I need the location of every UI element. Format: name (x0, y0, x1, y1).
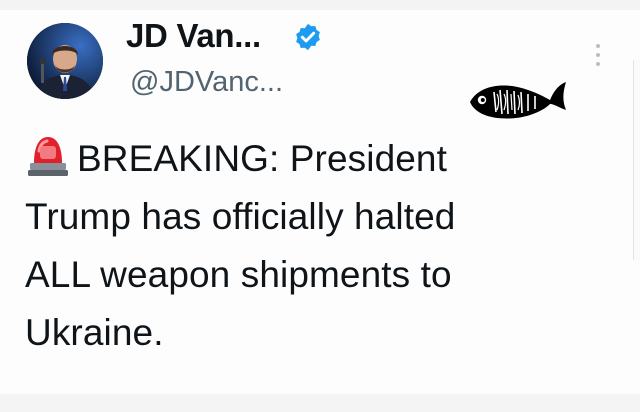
fish-sticker-icon (470, 82, 566, 119)
more-options-icon[interactable] (594, 44, 602, 74)
display-name[interactable]: JD Van... (126, 16, 261, 56)
tweet-screenshot: JD Van... @JDVanc... BREAKING: President… (0, 0, 640, 412)
tweet-line-3: ALL weapon shipments to (25, 254, 452, 295)
bottom-border (0, 394, 640, 412)
avatar[interactable] (27, 23, 103, 99)
right-edge (633, 60, 640, 260)
avatar-photo (27, 23, 103, 99)
tweet-line-4: Ukraine. (25, 312, 164, 353)
top-border (0, 0, 640, 10)
siren-icon (28, 137, 68, 176)
tweet-text: BREAKING: President Trump has officially… (25, 130, 615, 362)
tweet-line-1: BREAKING: President (25, 130, 615, 188)
tweet-line-1-text: BREAKING: President (77, 138, 447, 179)
tweet-line-2: Trump has officially halted (25, 196, 456, 237)
verified-badge-icon (296, 23, 320, 51)
handle[interactable]: @JDVanc... (130, 64, 283, 100)
